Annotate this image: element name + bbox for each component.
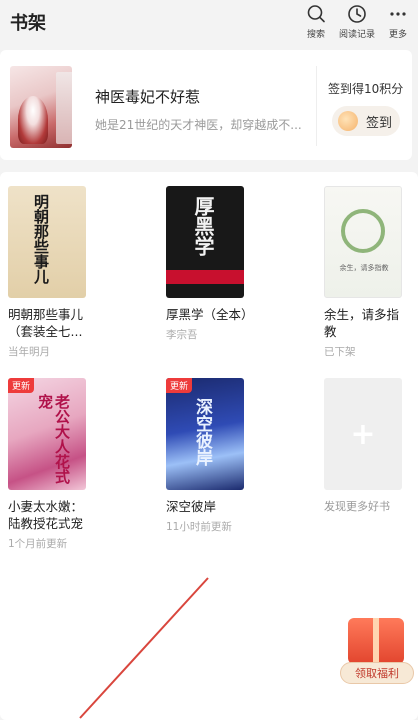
- book-item[interactable]: 余生，请多指教 余生，请多指教 已下架: [324, 186, 404, 359]
- book-cover[interactable]: 厚黑学: [166, 186, 244, 298]
- cover-band-decoration: [166, 270, 244, 284]
- book-status: 已下架: [324, 346, 356, 358]
- book-title: 小妻太水嫩：陆教授花式宠: [8, 499, 84, 531]
- discover-more-label: 发现更多好书: [324, 500, 390, 513]
- recommendation-title[interactable]: 神医毒妃不好惹: [95, 86, 200, 107]
- discover-more-item[interactable]: + 发现更多好书: [324, 378, 404, 515]
- book-item[interactable]: 厚黑学 厚黑学（全本） 李宗吾: [166, 186, 254, 342]
- book-author: 李宗吾: [166, 329, 198, 341]
- book-update-time: 11小时前更新: [166, 521, 232, 533]
- book-title: 厚黑学（全本）: [166, 307, 254, 322]
- gift-label: 领取福利: [340, 662, 414, 684]
- clock-icon: [348, 5, 366, 23]
- book-item[interactable]: 明朝那些事儿 明朝那些事儿（套装全七... 当年明月: [8, 186, 88, 359]
- signin-button[interactable]: 签到: [332, 106, 400, 136]
- book-author: 当年明月: [8, 346, 50, 358]
- gift-ribbon-decoration: [373, 618, 379, 664]
- book-cover[interactable]: 老公大人花式宠 更新: [8, 378, 86, 490]
- signin-button-label: 签到: [366, 115, 393, 131]
- more-icon: [390, 12, 406, 16]
- more-button[interactable]: 更多: [378, 2, 418, 42]
- page-title: 书架: [10, 13, 46, 34]
- reading-history-button[interactable]: 阅读记录: [337, 2, 377, 42]
- book-cover[interactable]: 深空彼岸 更新: [166, 378, 244, 490]
- cover-figure-decoration: [18, 96, 48, 144]
- more-label: 更多: [388, 30, 407, 40]
- book-item[interactable]: 老公大人花式宠 更新 小妻太水嫩：陆教授花式宠 1个月前更新: [8, 378, 88, 551]
- cover-title: 老公大人花式宠: [36, 394, 71, 484]
- cover-title: 深空彼岸: [192, 398, 212, 466]
- book-item[interactable]: 深空彼岸 更新 深空彼岸 11小时前更新: [166, 378, 246, 534]
- coin-icon: [338, 111, 358, 131]
- search-button[interactable]: 搜索: [296, 2, 336, 42]
- gift-float-button[interactable]: 领取福利: [340, 612, 414, 688]
- update-badge: 更新: [166, 378, 193, 393]
- search-label: 搜索: [306, 30, 325, 40]
- book-title: 余生，请多指教: [324, 307, 400, 339]
- reading-history-label: 阅读记录: [338, 30, 375, 40]
- recommendation-cover[interactable]: [10, 66, 72, 148]
- cover-stack-decoration: [56, 72, 72, 144]
- signin-hint: 签到得10积分: [328, 82, 404, 96]
- divider: [316, 66, 317, 146]
- book-cover[interactable]: 明朝那些事儿: [8, 186, 86, 298]
- top-bar: 书架 搜索 阅读记录 更多: [0, 0, 418, 46]
- recommendation-description: 她是21世纪的天才神医，却穿越成不...: [95, 118, 302, 132]
- book-title: 深空彼岸: [166, 499, 217, 514]
- book-title: 明朝那些事儿（套装全七...: [8, 307, 84, 339]
- cover-title: 明朝那些事儿: [32, 194, 50, 284]
- update-badge: 更新: [8, 378, 35, 393]
- search-icon: [307, 5, 325, 23]
- cover-wreath-decoration: [341, 209, 385, 253]
- recommendation-card[interactable]: 神医毒妃不好惹 她是21世纪的天才神医，却穿越成不... 签到得10积分 签到: [0, 50, 412, 160]
- book-update-time: 1个月前更新: [8, 538, 68, 550]
- plus-icon[interactable]: +: [324, 378, 402, 490]
- book-cover[interactable]: 余生，请多指教: [324, 186, 402, 298]
- cover-title: 余生，请多指教: [339, 264, 389, 272]
